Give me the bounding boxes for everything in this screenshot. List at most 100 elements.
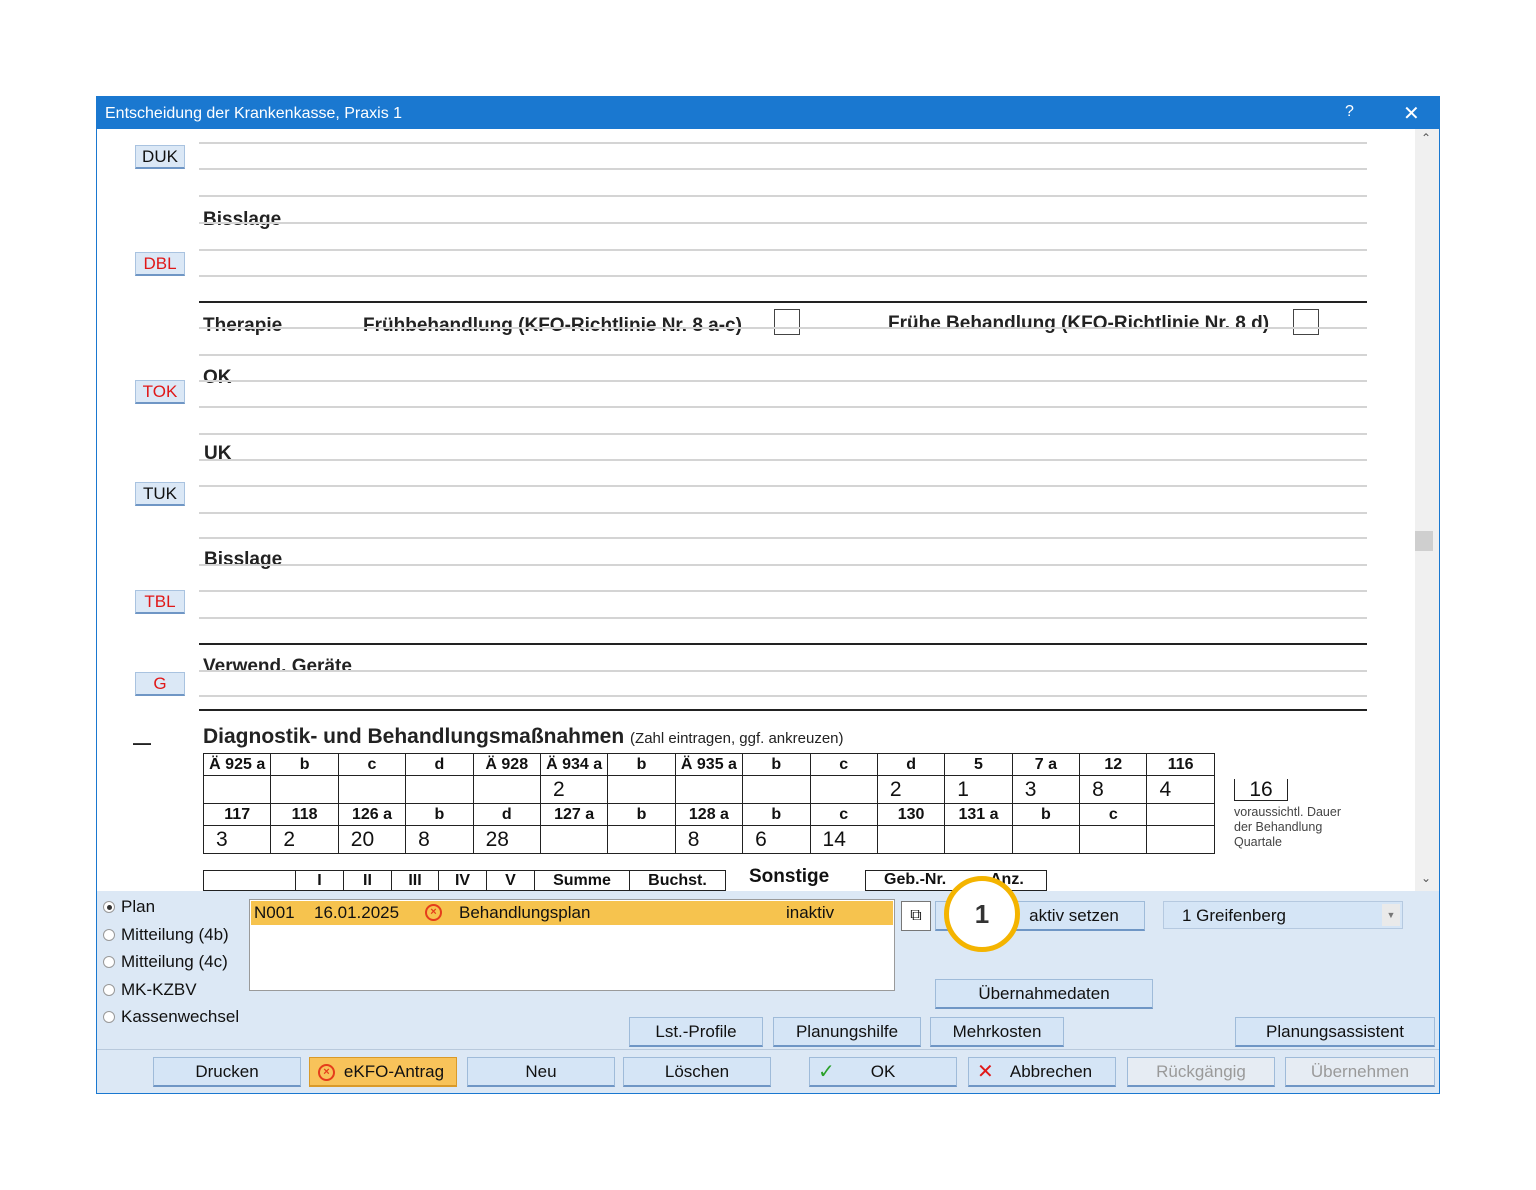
drucken-button[interactable]: Drucken [153, 1057, 301, 1087]
radio-dot-icon[interactable] [103, 1011, 115, 1023]
value-cell[interactable] [270, 775, 339, 804]
header-cell: 7 a [1011, 753, 1081, 776]
window-title: Entscheidung der Krankenkasse, Praxis 1 [105, 105, 403, 122]
tag-duk[interactable]: DUK [135, 145, 185, 169]
value-cell[interactable] [472, 775, 541, 804]
form-scroll-area: DUK Bisslage DBL Therapie Frühbehandlung… [97, 129, 1415, 891]
header-cell: c [337, 753, 407, 776]
uebernahmedaten-button[interactable]: Übernahmedaten [935, 979, 1153, 1009]
value-cell[interactable] [742, 775, 811, 804]
header-cell: c [809, 803, 878, 826]
neu-button[interactable]: Neu [467, 1057, 615, 1087]
header-cell: b [270, 753, 339, 776]
vertical-scrollbar[interactable]: ⌃ ⌄ [1415, 129, 1439, 891]
header-cell: 128 a [674, 803, 744, 826]
checkbox-fruehbehandlung[interactable] [774, 309, 800, 335]
header-cell: b [742, 803, 811, 826]
summary-col-header: I [296, 870, 344, 891]
plan-list[interactable]: N001 16.01.2025 × Behandlungsplan inakti… [249, 899, 895, 991]
header-cell: c [1079, 803, 1148, 826]
mehrkosten-button[interactable]: Mehrkosten [930, 1017, 1064, 1047]
help-button[interactable]: ? [1345, 103, 1354, 121]
summary-col-header: Buchst. [630, 870, 726, 891]
value-cell[interactable]: 20 [337, 825, 407, 854]
radio-mitteilung-4b-[interactable]: Mitteilung (4b) [103, 925, 229, 945]
radio-mk-kzbv[interactable]: MK-KZBV [103, 980, 197, 1000]
label-fruehbehandlung: Frühbehandlung (KFO-Richtlinie Nr. 8 a-c… [363, 315, 742, 336]
diagnostics-grid: Ä 925 abcdÄ 928 Ä 934 abÄ 935 abcd57 a 12 1… [202, 753, 1215, 854]
value-cell[interactable]: 6 [742, 825, 811, 854]
header-cell: d [472, 803, 541, 826]
radio-kassenwechsel[interactable]: Kassenwechsel [103, 1007, 239, 1027]
rueckgaengig-button[interactable]: Rückgängig [1127, 1057, 1275, 1087]
list-item[interactable]: N001 16.01.2025 × Behandlungsplan inakti… [251, 901, 893, 925]
header-cell: b [607, 803, 676, 826]
tag-dbl[interactable]: DBL [135, 252, 185, 276]
planungsassistent-button[interactable]: Planungsassistent [1235, 1017, 1435, 1047]
value-cell[interactable] [674, 775, 744, 804]
header-cell: 118 [270, 803, 339, 826]
value-cell[interactable]: 2 [539, 775, 609, 804]
radio-dot-icon[interactable] [103, 928, 115, 941]
value-cell[interactable] [202, 775, 272, 804]
value-cell[interactable]: 3 [1011, 775, 1081, 804]
close-icon[interactable]: ✕ [1403, 101, 1420, 126]
header-cell: 127 a [539, 803, 609, 826]
ok-button[interactable]: ✓ OK [809, 1057, 957, 1087]
scroll-up-icon[interactable]: ⌃ [1421, 131, 1431, 145]
tag-tuk[interactable]: TUK [135, 482, 185, 506]
value-cell[interactable] [809, 775, 878, 804]
radio-mitteilung-4c-[interactable]: Mitteilung (4c) [103, 952, 228, 972]
header-cell: 126 a [337, 803, 407, 826]
value-cell[interactable] [1011, 825, 1081, 854]
tag-tbl[interactable]: TBL [135, 590, 185, 614]
abbrechen-button[interactable]: ✕ Abbrechen [968, 1057, 1116, 1087]
value-cell[interactable]: 8 [405, 825, 474, 854]
planungshilfe-button[interactable]: Planungshilfe [773, 1017, 921, 1047]
label-bisslage-top: Bisslage [203, 209, 282, 230]
duration-value[interactable]: 16 [1234, 779, 1288, 801]
value-cell[interactable]: 14 [809, 825, 878, 854]
radio-plan[interactable]: Plan [103, 897, 155, 917]
scroll-thumb[interactable] [1415, 531, 1433, 551]
radio-dot-icon[interactable] [103, 956, 115, 968]
value-cell[interactable]: 8 [1079, 775, 1148, 804]
value-cell[interactable] [539, 825, 609, 854]
chevron-down-icon[interactable]: ▼ [1382, 904, 1400, 926]
collapse-dash[interactable]: — [133, 733, 151, 754]
dialog-window: Entscheidung der Krankenkasse, Praxis 1 … [96, 96, 1440, 1094]
value-cell[interactable]: 2 [270, 825, 339, 854]
radio-dot-icon[interactable] [103, 901, 115, 913]
value-cell[interactable] [607, 825, 676, 854]
value-cell[interactable]: 4 [1146, 775, 1215, 804]
practice-dropdown[interactable]: 1 Greifenberg ▼ [1163, 901, 1403, 929]
value-cell[interactable] [405, 775, 474, 804]
summary-col-header: V [487, 870, 535, 891]
value-cell[interactable] [876, 825, 946, 854]
value-cell[interactable]: 1 [944, 775, 1013, 804]
label-geraete: Verwend. Geräte [203, 656, 352, 677]
value-cell[interactable]: 28 [472, 825, 541, 854]
ekfo-antrag-button[interactable]: × eKFO-Antrag [309, 1057, 457, 1087]
value-cell[interactable] [1079, 825, 1148, 854]
radio-dot-icon[interactable] [103, 983, 115, 996]
radio-label: Mitteilung (4c) [121, 952, 228, 971]
header-cell: 12 [1079, 753, 1148, 776]
value-cell[interactable]: 8 [674, 825, 744, 854]
tag-g[interactable]: G [135, 672, 185, 696]
loeschen-button[interactable]: Löschen [623, 1057, 771, 1087]
value-cell[interactable] [337, 775, 407, 804]
checkbox-fruehe-behandlung[interactable] [1293, 309, 1319, 335]
value-cell[interactable] [944, 825, 1013, 854]
copy-icon[interactable]: ⧉ [901, 901, 931, 931]
label-diagnostik: Diagnostik- und Behandlungsmaßnahmen (Za… [203, 725, 844, 748]
value-cell[interactable] [1146, 825, 1215, 854]
scroll-down-icon[interactable]: ⌄ [1421, 871, 1431, 885]
tag-tok[interactable]: TOK [135, 380, 185, 404]
value-cell[interactable]: 3 [202, 825, 272, 854]
lst-profile-button[interactable]: Lst.-Profile [629, 1017, 763, 1047]
value-cell[interactable]: 2 [876, 775, 946, 804]
uebernehmen-button[interactable]: Übernehmen [1285, 1057, 1435, 1087]
duration-label: voraussichtl. Dauer der Behandlung Quart… [1234, 805, 1341, 849]
value-cell[interactable] [607, 775, 676, 804]
